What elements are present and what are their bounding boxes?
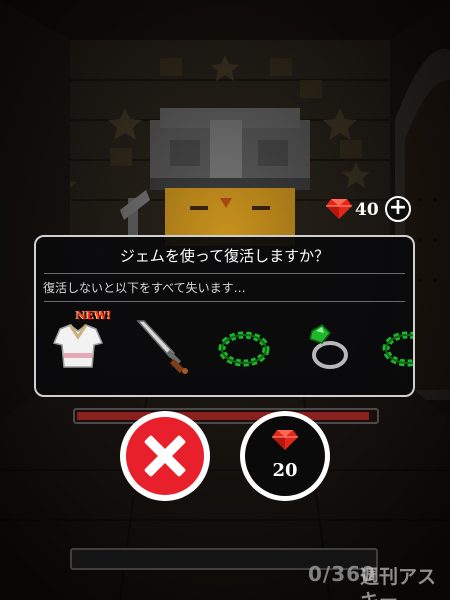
divider bbox=[44, 301, 405, 302]
list-item bbox=[376, 315, 413, 379]
white-tunic-icon bbox=[52, 324, 104, 368]
watermark: 週刊アスキー bbox=[360, 566, 437, 600]
sword-icon bbox=[136, 320, 188, 374]
red-gem-icon bbox=[272, 430, 298, 450]
list-item bbox=[296, 315, 360, 379]
lost-items-list: NEW! bbox=[36, 307, 413, 391]
dialog-title: ジェムを使って復活しますか？ bbox=[119, 247, 330, 265]
new-badge: NEW! bbox=[76, 309, 112, 322]
health-bar-fill bbox=[77, 412, 370, 420]
game-screen: 40 + ジェムを使って復活しますか？ 復活しないと以下をすべて失います… NE… bbox=[0, 0, 450, 600]
green-wreath-icon bbox=[218, 331, 270, 367]
green-wreath-icon bbox=[382, 331, 413, 367]
health-bar bbox=[73, 408, 379, 424]
plus-icon: + bbox=[388, 195, 408, 220]
revive-dialog: ジェムを使って復活しますか？ 復活しないと以下をすべて失います… NEW! bbox=[34, 235, 415, 397]
emerald-ring-icon bbox=[309, 324, 348, 369]
add-gems-button[interactable]: + bbox=[385, 196, 411, 222]
revive-button-face: 20 bbox=[245, 416, 325, 496]
list-item bbox=[212, 315, 276, 379]
divider bbox=[44, 273, 405, 274]
red-gem-icon bbox=[326, 199, 352, 219]
cancel-button[interactable] bbox=[120, 411, 210, 501]
revive-cost: 20 bbox=[272, 460, 298, 481]
list-item: NEW! bbox=[46, 309, 112, 379]
list-item bbox=[130, 315, 194, 379]
revive-button[interactable]: 20 bbox=[240, 411, 330, 501]
cancel-button-face bbox=[126, 417, 204, 495]
gem-count: 40 bbox=[355, 200, 379, 220]
dialog-subtitle: 復活しないと以下をすべて失います… bbox=[43, 281, 246, 295]
close-icon bbox=[144, 435, 186, 477]
gem-counter: 40 + bbox=[322, 194, 418, 226]
